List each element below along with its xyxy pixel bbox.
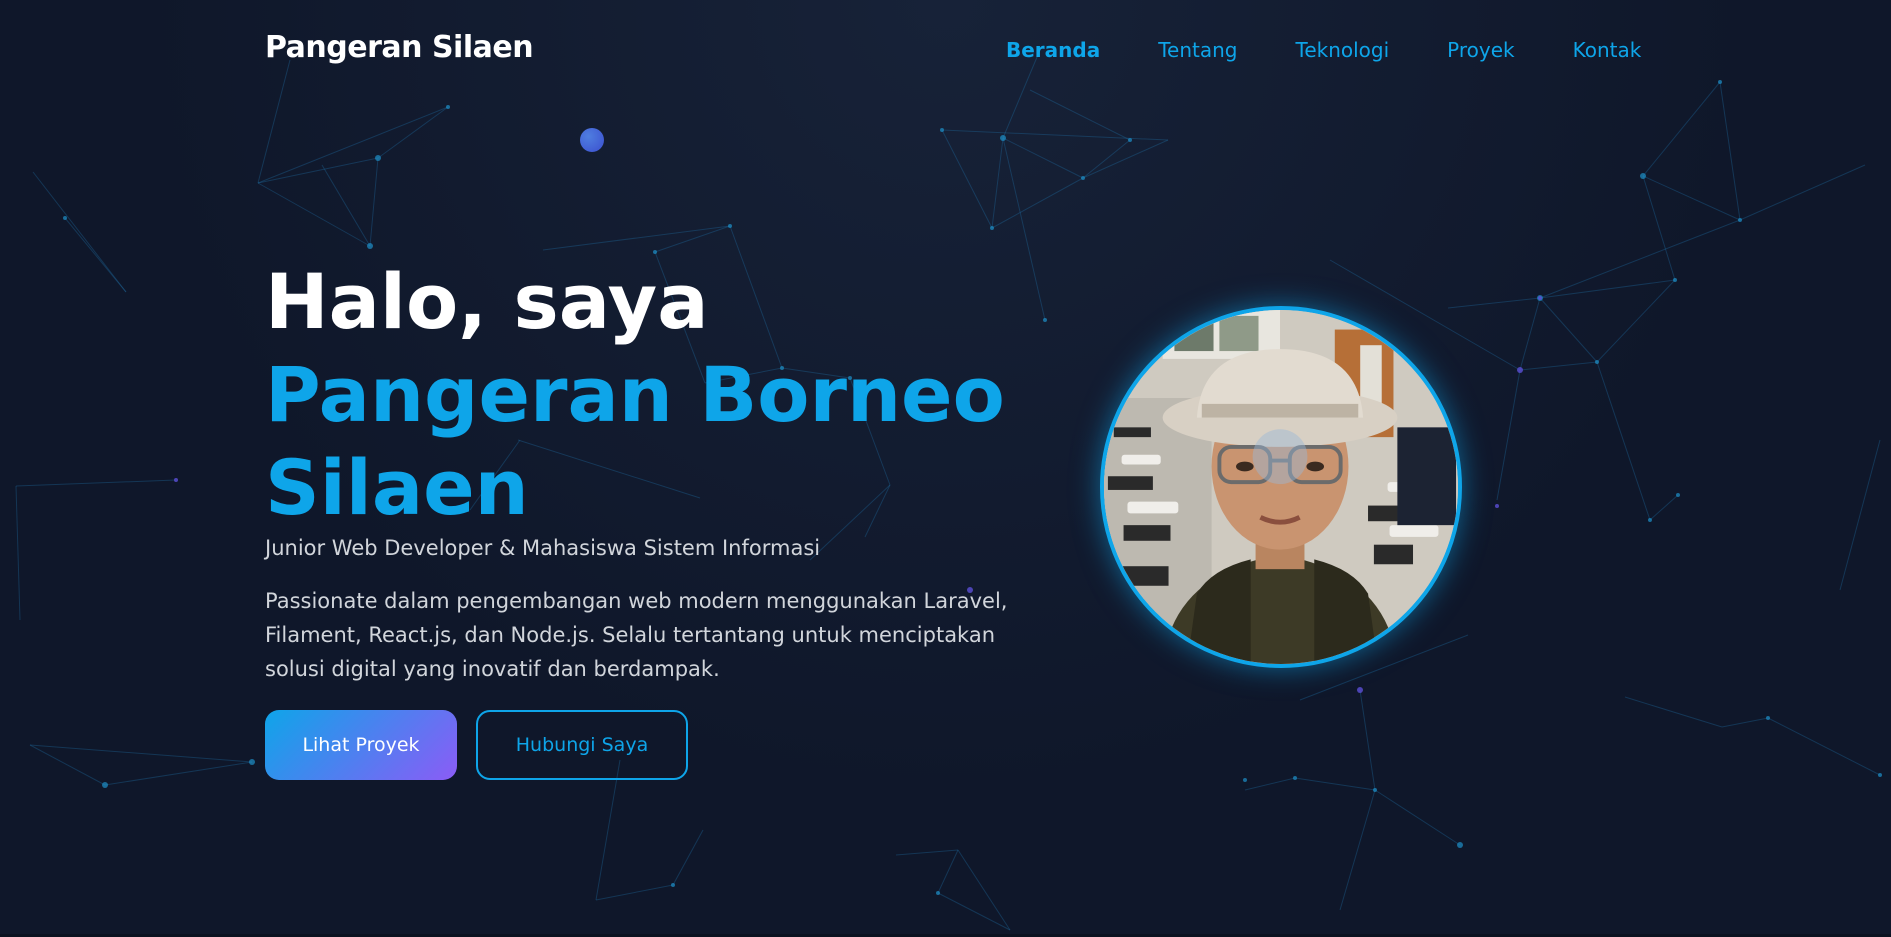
brand-logo[interactable]: Pangeran Silaen [265,30,534,65]
hero-description: Passionate dalam pengembangan web modern… [265,589,1008,681]
hero-name: Pangeran Borneo Silaen [265,350,1005,532]
hero-role: Junior Web Developer & Mahasiswa Sistem … [265,536,821,560]
profile-photo-image [1104,310,1458,664]
profile-photo [1100,306,1462,668]
view-projects-button[interactable]: Lihat Proyek [265,710,457,780]
nav-item-teknologi[interactable]: Teknologi [1296,38,1390,62]
nav-item-proyek[interactable]: Proyek [1447,38,1514,62]
nav-item-tentang[interactable]: Tentang [1158,38,1237,62]
nav-item-beranda[interactable]: Beranda [1006,38,1100,62]
hero-section: Halo, saya Pangeran Borneo Silaen Junior… [265,255,1065,780]
nav-item-kontak[interactable]: Kontak [1573,38,1642,62]
contact-me-button[interactable]: Hubungi Saya [476,710,688,780]
cursor-dot [580,128,604,152]
hero-greeting: Halo, saya [265,257,709,346]
hero-buttons: Lihat Proyek Hubungi Saya [265,710,1065,780]
main-nav: Beranda Tentang Teknologi Proyek Kontak [1006,38,1641,62]
